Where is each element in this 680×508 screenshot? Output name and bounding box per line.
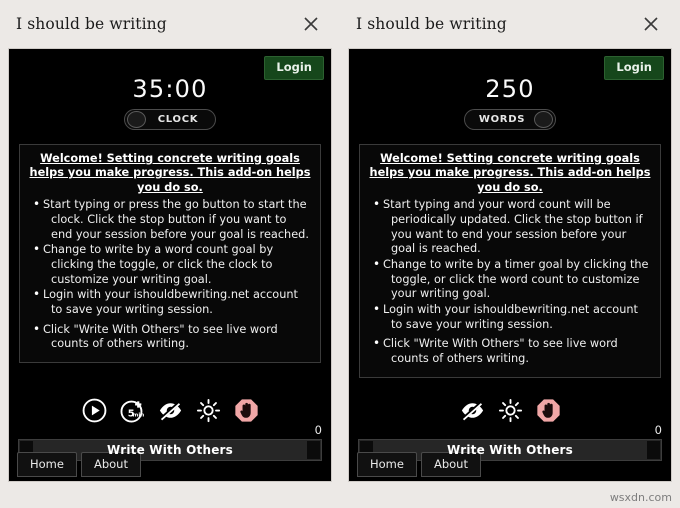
toggle-knob (534, 111, 553, 128)
eye-off-icon[interactable] (460, 398, 485, 423)
write-with-others-label: Write With Others (447, 443, 573, 457)
live-word-count: 0 (314, 423, 322, 437)
bar-cap-right (307, 441, 320, 459)
instructions-panel-words: Welcome! Setting concrete writing goals … (359, 144, 661, 378)
goal-mode-toggle[interactable]: WORDS (464, 109, 556, 130)
list-item: Login with your ishouldbewriting.net acc… (29, 287, 311, 317)
watermark: wsxdn.com (609, 491, 672, 504)
control-icon-row-words (349, 398, 671, 423)
instructions-heading: Welcome! Setting concrete writing goals … (369, 152, 651, 194)
tab-home[interactable]: Home (17, 452, 77, 477)
control-icon-row-clock: 5 min (9, 398, 331, 423)
stop-hand-icon[interactable] (234, 398, 259, 423)
stop-hand-icon[interactable] (536, 398, 561, 423)
brightness-icon[interactable] (196, 398, 221, 423)
close-icon[interactable] (638, 11, 664, 37)
titlebar-clock: I should be writing (0, 0, 340, 48)
login-button[interactable]: Login (604, 56, 664, 81)
window-title: I should be writing (16, 15, 167, 33)
popup-window-words: I should be writing Login 250 WORDS Welc… (340, 0, 680, 508)
list-item: Change to write by a timer goal by click… (369, 257, 651, 302)
toggle-knob (127, 111, 146, 128)
list-item: Start typing and your word count will be… (369, 197, 651, 257)
write-with-others-label: Write With Others (107, 443, 233, 457)
instructions-heading: Welcome! Setting concrete writing goals … (29, 152, 311, 194)
list-item: Change to write by a word count goal by … (29, 242, 311, 287)
live-word-count: 0 (654, 423, 662, 437)
addon-body-words: Login 250 WORDS Welcome! Setting concret… (348, 48, 672, 482)
instructions-panel-clock: Welcome! Setting concrete writing goals … (19, 144, 321, 364)
instructions-list: Start typing and your word count will be… (369, 197, 651, 366)
bar-cap-right (647, 441, 660, 459)
play-icon[interactable] (82, 398, 107, 423)
svg-text:min: min (132, 412, 144, 418)
login-button[interactable]: Login (264, 56, 324, 81)
instructions-list: Start typing or press the go button to s… (29, 197, 311, 352)
list-item: Login with your ishouldbewriting.net acc… (369, 302, 651, 332)
add-five-minutes-icon[interactable]: 5 min (120, 398, 145, 423)
eye-off-icon[interactable] (158, 398, 183, 423)
tab-home[interactable]: Home (357, 452, 417, 477)
list-item: Click "Write With Others" to see live wo… (369, 336, 651, 366)
close-icon[interactable] (298, 11, 324, 37)
popup-window-clock: I should be writing Login 35:00 CLOCK We… (0, 0, 340, 508)
brightness-icon[interactable] (498, 398, 523, 423)
list-item: Start typing or press the go button to s… (29, 197, 311, 242)
screenshot-stage: I should be writing Login 35:00 CLOCK We… (0, 0, 680, 508)
list-item: Click "Write With Others" to see live wo… (29, 322, 311, 352)
window-title: I should be writing (356, 15, 507, 33)
titlebar-words: I should be writing (340, 0, 680, 48)
addon-body-clock: Login 35:00 CLOCK Welcome! Setting concr… (8, 48, 332, 482)
goal-mode-toggle[interactable]: CLOCK (124, 109, 216, 130)
